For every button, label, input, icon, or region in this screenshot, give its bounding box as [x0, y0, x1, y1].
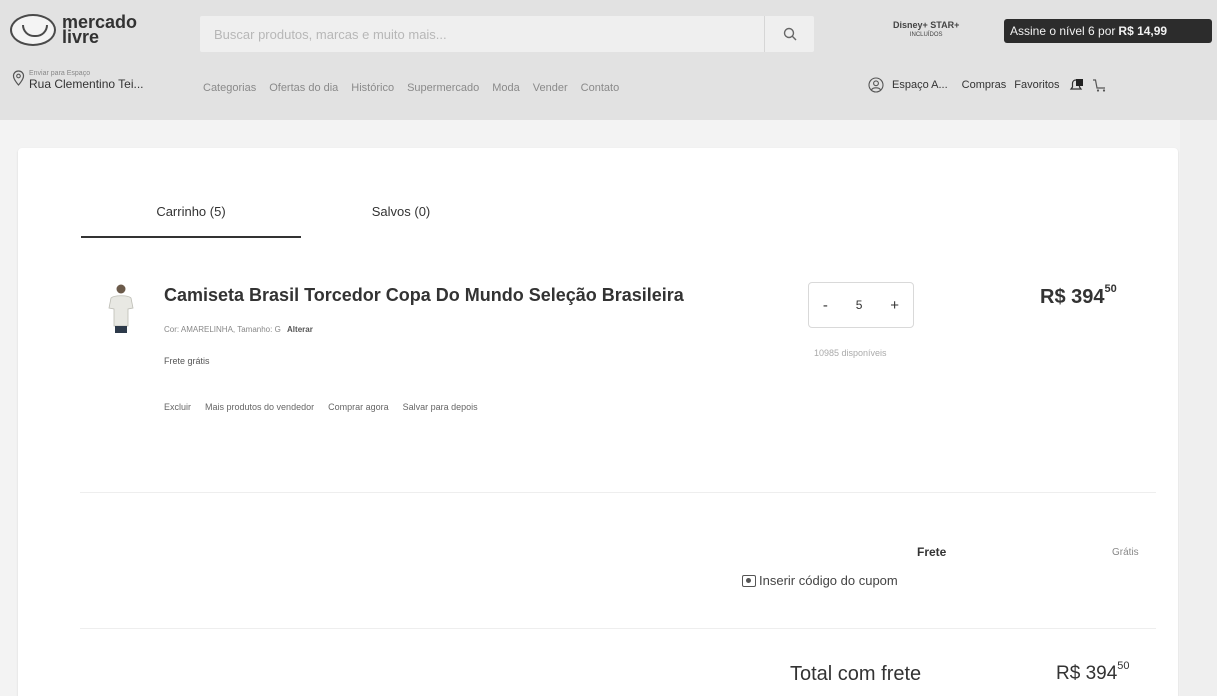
bell-icon[interactable] — [1068, 77, 1084, 93]
handshake-icon — [10, 14, 56, 46]
change-variant-link[interactable]: Alterar — [287, 325, 313, 334]
price-cents: 50 — [1104, 283, 1117, 295]
nav-daily-offers[interactable]: Ofertas do dia — [269, 82, 338, 94]
location-selector[interactable]: Enviar para Espaço Rua Clementino Tei... — [12, 70, 144, 91]
account-menu[interactable]: Espaço A... — [892, 79, 948, 91]
nav-categories[interactable]: Categorias — [203, 82, 256, 94]
product-actions: Excluir Mais produtos do vendedor Compra… — [164, 402, 478, 412]
frete-label: Frete — [917, 545, 947, 559]
user-icon — [868, 77, 884, 93]
search-bar — [200, 16, 814, 52]
divider — [80, 628, 1156, 629]
quantity-stepper: - 5 + — [808, 282, 914, 328]
logo-text: mercado livre — [62, 12, 138, 47]
nav-supermarket[interactable]: Supermercado — [407, 82, 479, 94]
delete-link[interactable]: Excluir — [164, 402, 191, 412]
product-thumbnail[interactable] — [105, 282, 137, 334]
purchases-link[interactable]: Compras — [962, 79, 1007, 91]
price-integer: R$ 394 — [1040, 286, 1105, 308]
tab-saved[interactable]: Salvos (0) — [301, 198, 501, 238]
variant-text: Cor: AMARELINHA, Tamanho: G — [164, 325, 281, 334]
coupon-link[interactable]: Inserir código do cupom — [742, 573, 898, 588]
decrement-button[interactable]: - — [823, 297, 828, 314]
nav-sell[interactable]: Vender — [533, 82, 568, 94]
stock-available: 10985 disponíveis — [814, 348, 887, 358]
header: mercado livre Disney+ STAR+ INCLUÍDOS As… — [0, 0, 1217, 120]
tab-cart[interactable]: Carrinho (5) — [81, 198, 301, 238]
save-for-later-link[interactable]: Salvar para depois — [403, 402, 478, 412]
nav-fashion[interactable]: Moda — [492, 82, 520, 94]
cart-icon[interactable] — [1092, 77, 1108, 93]
divider — [80, 492, 1156, 493]
main-nav: Categorias Ofertas do dia Histórico Supe… — [203, 82, 619, 94]
more-from-seller-link[interactable]: Mais produtos do vendedor — [205, 402, 314, 412]
search-icon — [783, 27, 796, 41]
total-integer: R$ 394 — [1056, 663, 1118, 684]
disney-star-logo: Disney+ STAR+ INCLUÍDOS — [893, 20, 959, 38]
location-pin-icon — [12, 70, 25, 86]
location-label: Enviar para Espaço — [29, 70, 91, 77]
location-address: Rua Clementino Tei... — [29, 77, 144, 91]
total-label: Total com frete — [790, 663, 922, 685]
coupon-icon — [742, 574, 756, 587]
frete-value: Grátis — [1112, 547, 1139, 558]
nav-history[interactable]: Histórico — [351, 82, 394, 94]
favorites-menu[interactable]: Favoritos — [1014, 79, 1059, 91]
product-title[interactable]: Camiseta Brasil Torcedor Copa Do Mundo S… — [164, 285, 684, 306]
total-cents: 50 — [1117, 660, 1130, 672]
promo-text: Assine o nível 6 por — [1010, 24, 1116, 38]
coupon-label: Inserir código do cupom — [759, 573, 898, 588]
right-margin — [1180, 120, 1217, 696]
cart-tabs: Carrinho (5) Salvos (0) — [81, 198, 501, 238]
promo-logo-sub: INCLUÍDOS — [909, 32, 943, 38]
shipping-info: Frete grátis — [164, 356, 210, 366]
search-input[interactable] — [200, 16, 764, 52]
product-variant: Cor: AMARELINHA, Tamanho: G Alterar — [164, 325, 313, 334]
mercado-livre-logo[interactable]: mercado livre — [10, 12, 138, 47]
increment-button[interactable]: + — [890, 297, 899, 314]
buy-now-link[interactable]: Comprar agora — [328, 402, 389, 412]
promo-logo-text: Disney+ STAR+ — [893, 20, 960, 30]
nav-contact[interactable]: Contato — [581, 82, 620, 94]
subscription-promo[interactable]: Assine o nível 6 por R$ 14,99 — [1004, 19, 1212, 43]
quantity-value[interactable]: 5 — [856, 298, 863, 312]
user-nav: Espaço A... Compras Favoritos — [868, 77, 1108, 93]
product-price: R$ 39450 — [1040, 283, 1117, 309]
total-price: R$ 39450 — [1056, 660, 1130, 685]
promo-price: R$ 14,99 — [1118, 24, 1168, 38]
search-button[interactable] — [764, 16, 814, 52]
